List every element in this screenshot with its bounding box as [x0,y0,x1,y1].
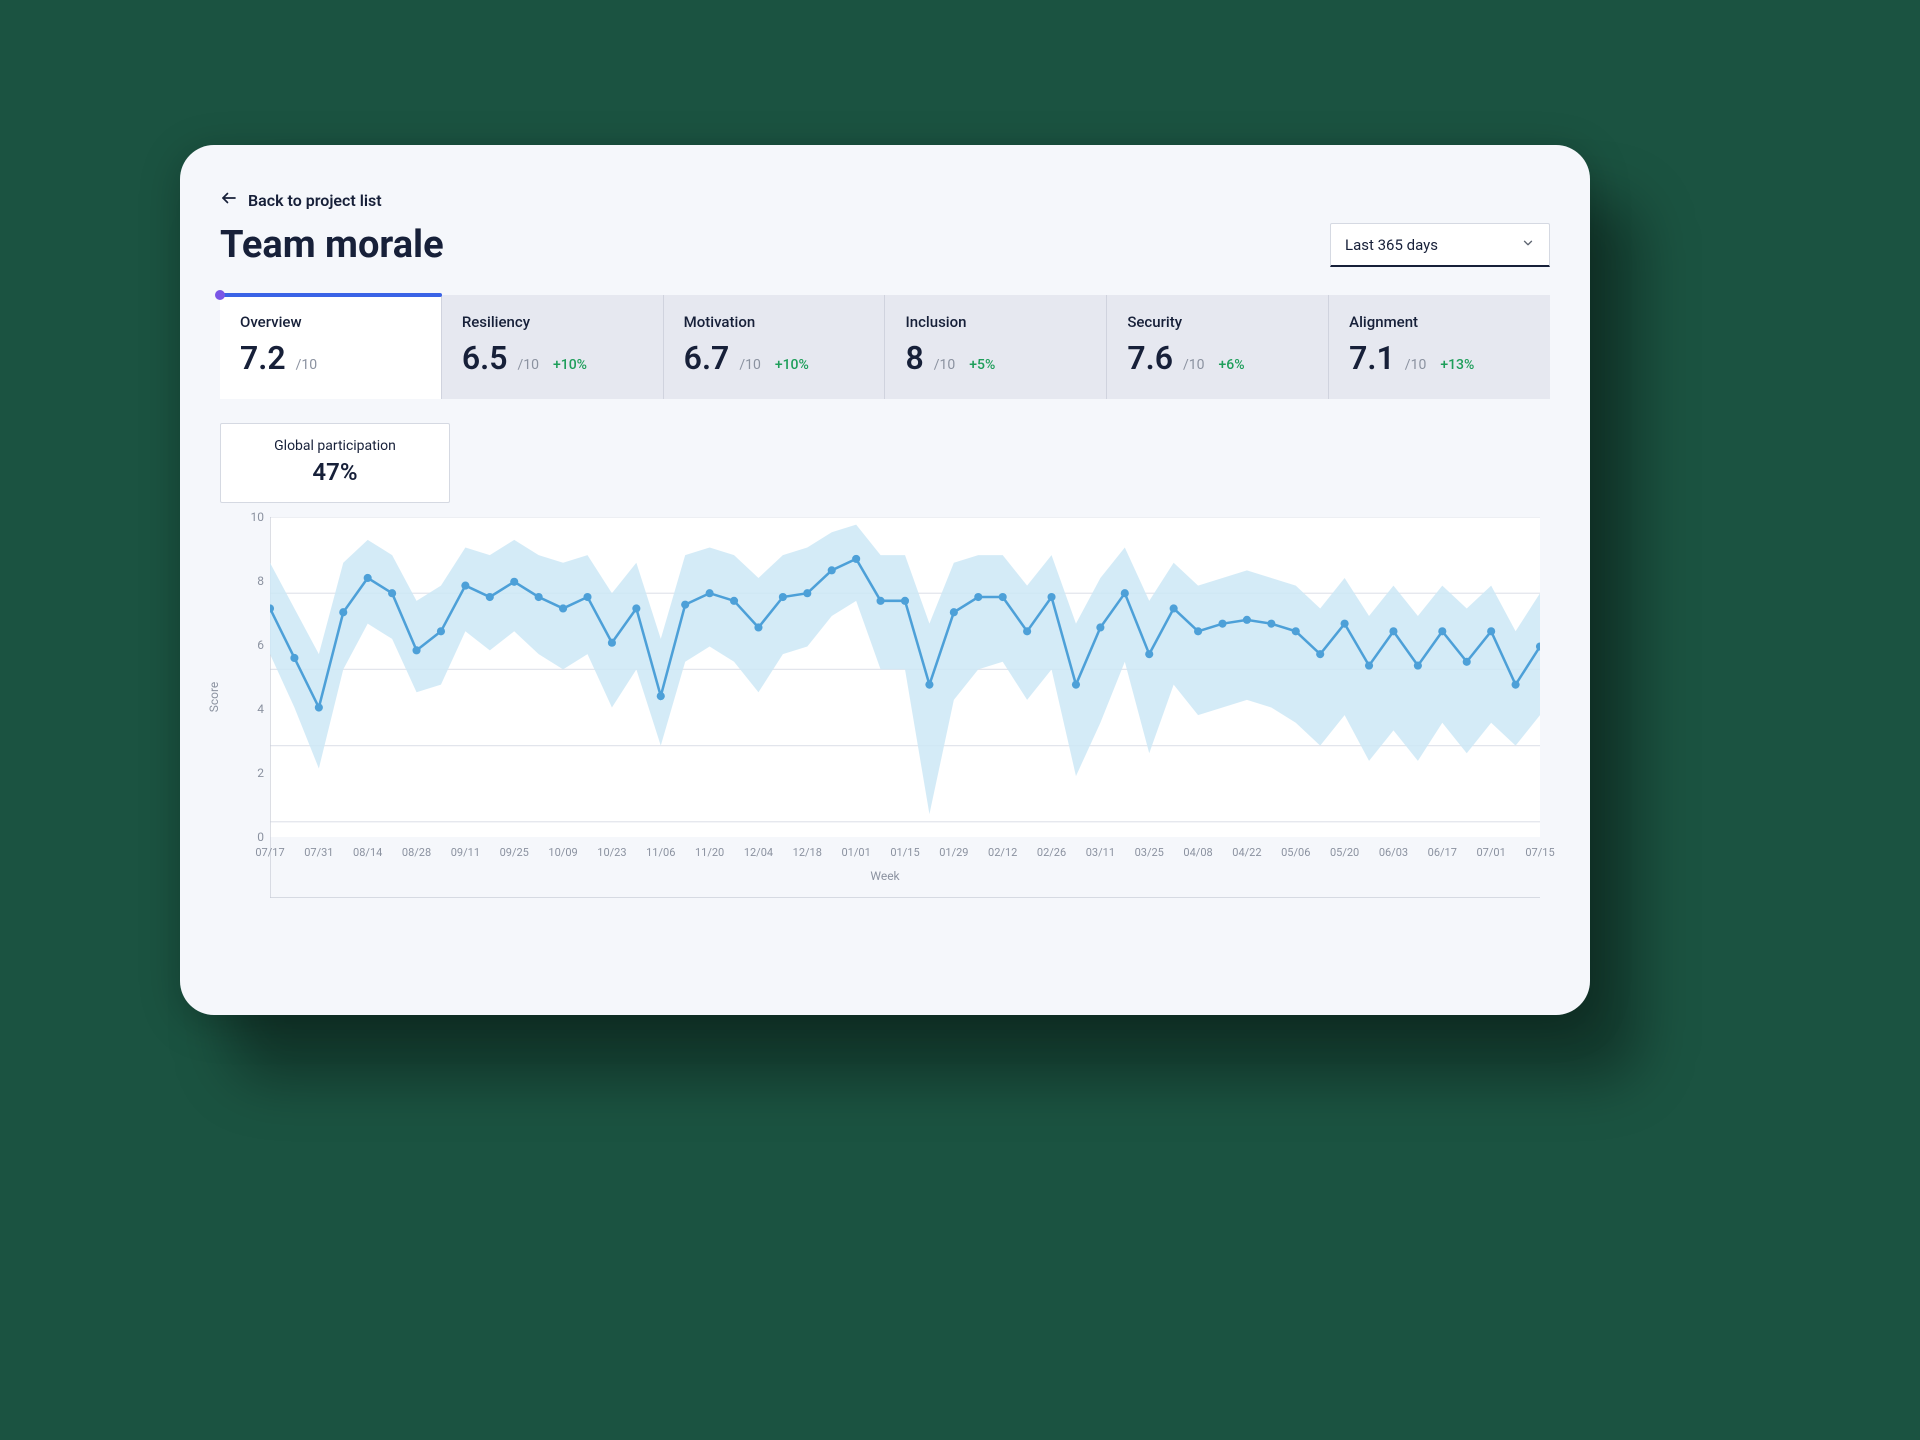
tab-score: 8 [905,339,923,377]
chart-ytick: 4 [242,702,264,716]
chart-ytick: 6 [242,638,264,652]
chart-xtick: 03/11 [1086,846,1115,859]
metric-tabs: Overview7.2/10Resiliency6.5/10+10%Motiva… [220,295,1550,399]
arrow-left-icon [220,189,238,211]
chart-xlabel: Week [870,869,899,883]
chart-xtick: 09/11 [451,846,480,859]
chart-ytick: 10 [242,510,264,524]
chart-xtick: 11/06 [646,846,675,859]
tab-denom: /10 [1405,357,1427,373]
tab-delta: +6% [1218,357,1244,373]
chart-xtick: 02/26 [1037,846,1066,859]
tab-score: 7.1 [1349,339,1395,377]
tab-delta: +10% [553,357,587,373]
date-range-value: Last 365 days [1345,236,1438,254]
tab-score: 6.5 [462,339,508,377]
back-link[interactable]: Back to project list [220,189,1550,211]
chart-xtick: 07/17 [255,846,284,859]
chart-xtick: 10/09 [548,846,577,859]
chart-ytick: 8 [242,574,264,588]
tab-security[interactable]: Security 7.6/10 +6% [1107,295,1329,399]
chart-xtick: 12/18 [793,846,822,859]
tab-denom: /10 [296,357,318,373]
tab-delta: +5% [969,357,995,373]
tab-score: 6.7 [684,339,730,377]
date-range-select[interactable]: Last 365 days [1330,223,1550,267]
page-title: Team morale [220,223,444,267]
chevron-down-icon [1521,236,1535,254]
chart-xtick: 05/20 [1330,846,1359,859]
chart-xtick: 04/08 [1183,846,1212,859]
tab-label: Overview [240,313,421,331]
participation-value: 47% [221,458,449,486]
chart-xtick: 07/31 [304,846,333,859]
chart-xtick: 07/01 [1477,846,1506,859]
chart-ylabel: Score [207,682,221,713]
chart-xtick: 08/28 [402,846,431,859]
dashboard-card: Back to project list Team morale Last 36… [180,145,1590,1015]
participation-label: Global participation [221,438,449,454]
tab-motivation[interactable]: Motivation 6.7/10 +10% [664,295,886,399]
back-link-label: Back to project list [248,191,382,210]
chart-xtick: 06/03 [1379,846,1408,859]
chart-xtick: 01/01 [842,846,871,859]
tab-denom: /10 [517,357,539,373]
chart-xtick: 03/25 [1135,846,1164,859]
tab-denom: /10 [1183,357,1205,373]
tab-inclusion[interactable]: Inclusion 8/10 +5% [885,295,1107,399]
tab-denom: /10 [739,357,761,373]
tab-label: Motivation [684,313,865,331]
tab-delta: +10% [775,357,809,373]
tab-label: Security [1127,313,1308,331]
tab-resiliency[interactable]: Resiliency 6.5/10 +10% [442,295,664,399]
chart-ytick: 0 [242,830,264,844]
tab-denom: /10 [934,357,956,373]
tab-delta: +13% [1440,357,1474,373]
chart-xtick: 10/23 [597,846,626,859]
chart-ytick: 2 [242,766,264,780]
participation-card: Global participation 47% [220,423,450,503]
chart-xtick: 04/22 [1232,846,1261,859]
chart-xtick: 01/15 [890,846,919,859]
chart-xtick: 12/04 [744,846,773,859]
chart-xtick: 11/20 [695,846,724,859]
chart-xtick: 01/29 [939,846,968,859]
tab-label: Alignment [1349,313,1530,331]
chart-xtick: 05/06 [1281,846,1310,859]
chart-xtick: 07/15 [1525,846,1554,859]
chart-xtick: 09/25 [500,846,529,859]
chart-xtick: 08/14 [353,846,382,859]
tab-label: Resiliency [462,313,643,331]
tab-score: 7.2 [240,339,286,377]
chart-xtick: 02/12 [988,846,1017,859]
title-row: Team morale Last 365 days [220,223,1550,267]
tab-overview[interactable]: Overview 7.2/10 [220,295,442,399]
tab-label: Inclusion [905,313,1086,331]
tab-score: 7.6 [1127,339,1173,377]
chart-plot-area [270,517,1540,837]
score-chart: Score 0246810 07/1707/3108/1408/2809/110… [220,517,1550,877]
chart-xtick: 06/17 [1428,846,1457,859]
tab-alignment[interactable]: Alignment 7.1/10 +13% [1329,295,1550,399]
